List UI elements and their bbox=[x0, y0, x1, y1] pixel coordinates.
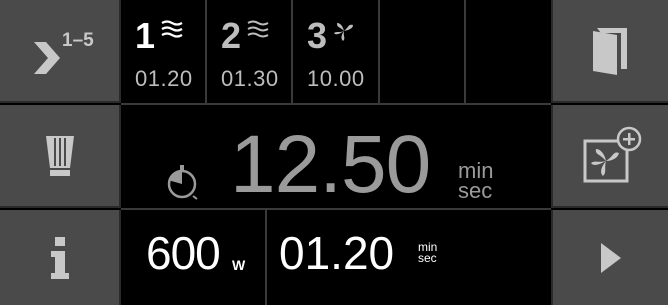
microwave-waves-icon bbox=[161, 20, 183, 38]
timer-icon bbox=[167, 165, 198, 200]
steps-button[interactable]: 1–5 bbox=[0, 0, 121, 103]
step-time-unit-sec: sec bbox=[418, 251, 437, 265]
recipes-button[interactable] bbox=[0, 105, 121, 208]
step-number: 1 bbox=[135, 15, 156, 56]
door-button[interactable] bbox=[551, 0, 668, 103]
step-time: 10.00 bbox=[307, 66, 365, 91]
start-button[interactable] bbox=[551, 210, 668, 305]
door-icon bbox=[592, 27, 627, 75]
chef-hat-icon bbox=[45, 135, 74, 176]
chevron-right-icon bbox=[34, 42, 60, 74]
step-5-empty[interactable] bbox=[466, 0, 551, 103]
microwave-waves-icon bbox=[247, 20, 269, 38]
fan-add-icon bbox=[583, 126, 641, 182]
steps-range-label: 1–5 bbox=[62, 30, 94, 51]
step-time: 01.30 bbox=[221, 66, 279, 91]
power-value: 600 bbox=[146, 227, 221, 279]
step-1[interactable]: 1 01.20 bbox=[121, 0, 207, 103]
fan-icon bbox=[334, 23, 353, 41]
time-unit-sec: sec bbox=[458, 178, 493, 203]
play-icon bbox=[600, 242, 621, 273]
oven-control-screen: 1–5 1 01.20 2 01.30 3 10.00 12.50 min se… bbox=[0, 0, 668, 305]
total-time-value: 12.50 bbox=[230, 119, 431, 210]
step-4-empty[interactable] bbox=[380, 0, 466, 103]
step-3[interactable]: 3 10.00 bbox=[293, 0, 380, 103]
add-fan-step-button[interactable] bbox=[551, 105, 668, 208]
power-unit: W bbox=[232, 257, 246, 273]
step-time-display[interactable]: 01.20 min sec bbox=[267, 210, 551, 305]
step-number: 2 bbox=[221, 15, 242, 56]
step-time: 01.20 bbox=[135, 66, 193, 91]
step-time-value: 01.20 bbox=[279, 227, 395, 279]
step-number: 3 bbox=[307, 15, 328, 56]
info-button[interactable] bbox=[0, 210, 121, 305]
step-2[interactable]: 2 01.30 bbox=[207, 0, 293, 103]
power-display[interactable]: 600 W bbox=[121, 210, 265, 305]
info-icon bbox=[50, 236, 69, 279]
row-divider-top bbox=[121, 103, 551, 105]
